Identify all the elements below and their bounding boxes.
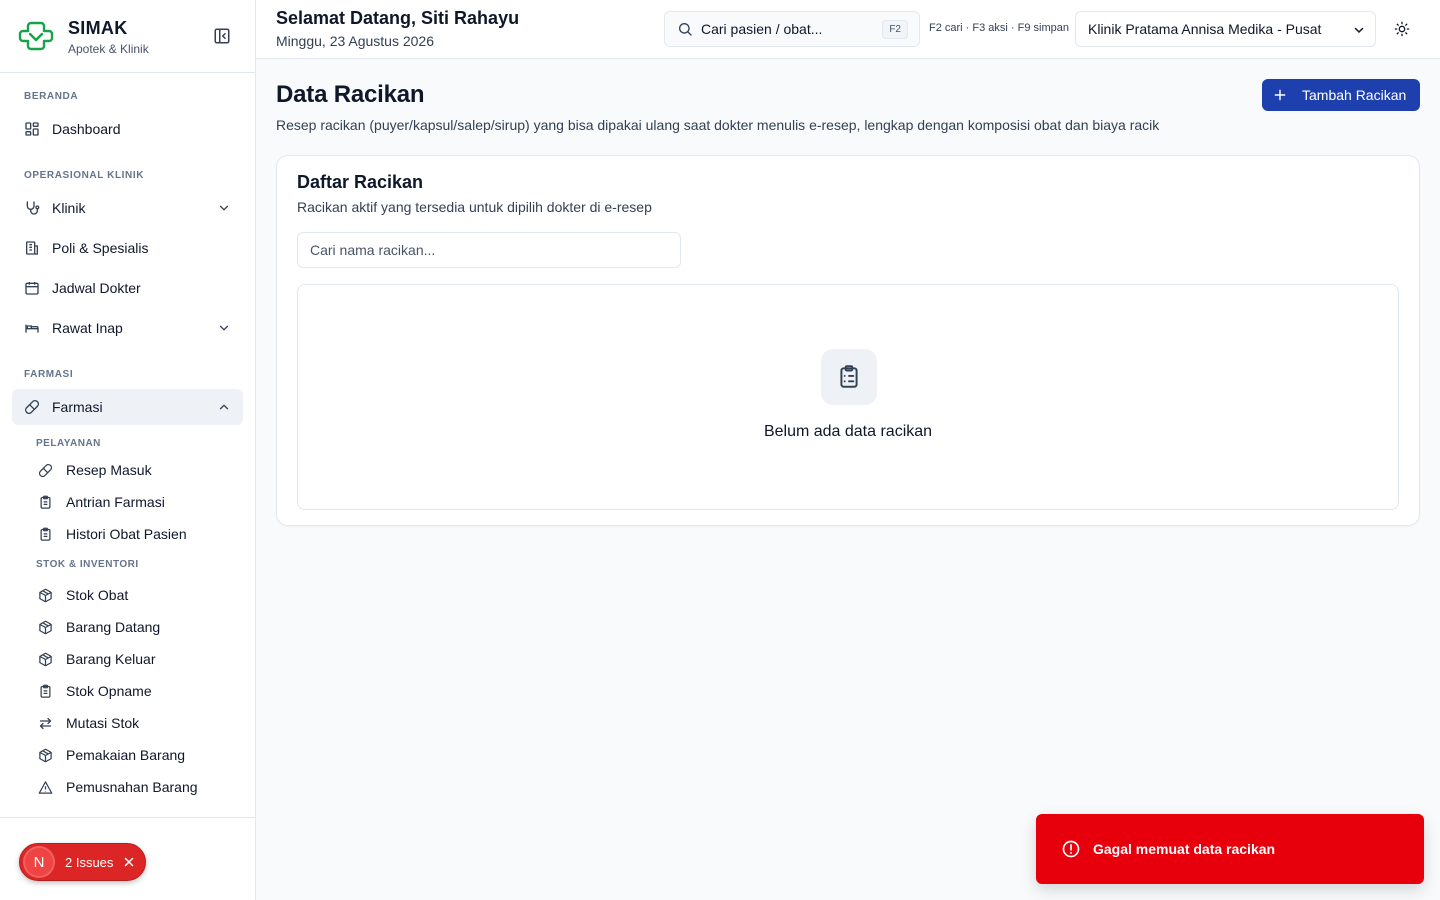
sidebar-item-rawat-inap[interactable]: Rawat Inap	[12, 310, 243, 346]
current-date: Minggu, 23 Agustus 2026	[276, 33, 435, 49]
sidebar-subitem-pemusnahan-barang[interactable]: Pemusnahan Barang	[0, 771, 255, 803]
sidebar-item-label: Rawat Inap	[52, 320, 123, 336]
add-racikan-label: Tambah Racikan	[1302, 87, 1407, 103]
sidebar-subitem-resep-masuk[interactable]: Resep Masuk	[0, 454, 255, 486]
global-search-input[interactable]: Cari pasien / obat... F2	[664, 11, 920, 47]
toast-message: Gagal memuat data racikan	[1093, 841, 1276, 857]
sidebar-subitem-pemakaian-barang[interactable]: Pemakaian Barang	[0, 739, 255, 771]
sidebar-subitem-barang-datang[interactable]: Barang Datang	[0, 611, 255, 643]
clipboard-list-icon	[40, 684, 51, 698]
card-description: Racikan aktif yang tersedia untuk dipili…	[297, 199, 652, 215]
sidebar-item-label: Poli & Spesialis	[52, 240, 149, 256]
racikan-search-input[interactable]: Cari nama racikan...	[297, 232, 681, 268]
close-icon[interactable]	[123, 856, 135, 868]
sidebar-item-jadwal[interactable]: Jadwal Dokter	[12, 270, 243, 306]
sidebar: SIMAK Apotek & Klinik BERANDA Dashboard …	[0, 0, 256, 900]
sidebar-item-label: Jadwal Dokter	[52, 280, 141, 296]
plus-icon	[1274, 89, 1286, 101]
empty-state: Belum ada data racikan	[297, 284, 1399, 510]
sub-section-pelayanan: PELAYANAN	[36, 438, 101, 449]
sidebar-subitem-label: Pemakaian Barang	[66, 747, 186, 763]
chevron-down-icon	[1354, 27, 1364, 34]
racikan-list-card: Daftar Racikan Racikan aktif yang tersed…	[276, 155, 1420, 526]
empty-state-text: Belum ada data racikan	[763, 423, 933, 440]
stethoscope-icon	[26, 201, 40, 215]
sidebar-item-poli[interactable]: Poli & Spesialis	[12, 230, 243, 266]
alert-circle-icon	[1062, 840, 1080, 858]
sidebar-subitem-histori-obat[interactable]: Histori Obat Pasien	[0, 518, 255, 550]
issues-label: 2 Issues	[65, 854, 114, 870]
brand-name: SIMAK	[68, 17, 128, 38]
empty-state-icon-wrap	[821, 349, 877, 405]
medical-cross-logo-icon	[18, 21, 54, 51]
sidebar-item-label: Farmasi	[52, 399, 103, 415]
sidebar-subitem-label: Pemusnahan Barang	[66, 779, 198, 795]
sidebar-subitem-stok-obat[interactable]: Stok Obat	[0, 579, 255, 611]
sidebar-subitem-label: Barang Keluar	[66, 651, 156, 667]
warning-triangle-icon	[38, 780, 53, 794]
sidebar-subitem-mutasi-stok[interactable]: Mutasi Stok	[0, 707, 255, 739]
clipboard-list-icon	[40, 527, 51, 541]
sidebar-item-label: Klinik	[52, 200, 86, 216]
page-title: Data Racikan	[276, 81, 425, 108]
sidebar-subitem-label: Histori Obat Pasien	[66, 526, 187, 542]
sub-section-stok: STOK & INVENTORI	[36, 559, 139, 570]
issues-avatar: N	[23, 846, 55, 878]
sidebar-subitem-label: Antrian Farmasi	[66, 494, 165, 510]
calendar-icon	[25, 282, 39, 295]
search-shortcut-key: F2	[882, 20, 908, 39]
sidebar-subitem-label: Resep Masuk	[66, 462, 152, 478]
sidebar-subitem-barang-keluar[interactable]: Barang Keluar	[0, 643, 255, 675]
clipboard-list-icon	[840, 365, 858, 388]
brand: SIMAK Apotek & Klinik	[0, 0, 255, 73]
brand-subtitle: Apotek & Klinik	[68, 41, 149, 56]
page-description: Resep racikan (puyer/kapsul/salep/sirup)…	[276, 117, 1160, 133]
sidebar-subitem-label: Stok Opname	[66, 683, 152, 699]
nav-section-operasional: OPERASIONAL KLINIK	[24, 170, 145, 181]
issues-badge[interactable]: N 2 Issues	[19, 843, 146, 881]
sidebar-item-farmasi[interactable]: Farmasi	[12, 389, 243, 425]
sidebar-subitem-label: Barang Datang	[66, 619, 161, 635]
clinic-select-value: Klinik Pratama Annisa Medika - Pusat	[1088, 21, 1322, 37]
add-racikan-button[interactable]: Tambah Racikan	[1262, 79, 1420, 111]
clinic-select[interactable]: Klinik Pratama Annisa Medika - Pusat	[1075, 11, 1376, 47]
error-toast[interactable]: Gagal memuat data racikan	[1036, 814, 1424, 884]
package-icon	[39, 588, 52, 602]
nav-section-beranda: BERANDA	[24, 91, 79, 102]
sidebar-item-label: Dashboard	[52, 121, 121, 137]
sidebar-item-dashboard[interactable]: Dashboard	[12, 111, 243, 147]
hospital-building-icon	[26, 241, 38, 255]
sun-icon[interactable]	[1394, 21, 1410, 37]
package-icon	[39, 620, 52, 634]
sidebar-subitem-label: Stok Obat	[66, 587, 129, 603]
search-placeholder: Cari pasien / obat...	[701, 21, 823, 37]
nav-section-farmasi: FARMASI	[24, 369, 74, 380]
bed-icon	[25, 324, 39, 333]
search-icon	[679, 23, 692, 36]
sidebar-nav: BERANDA Dashboard OPERASIONAL KLINIK Kli…	[0, 73, 255, 803]
sidebar-subitem-label: Mutasi Stok	[66, 715, 140, 731]
pill-icon	[25, 400, 39, 414]
dashboard-grid-icon	[25, 122, 39, 136]
sidebar-item-klinik[interactable]: Klinik	[12, 190, 243, 226]
sidebar-collapse-icon[interactable]	[213, 27, 231, 45]
welcome-title: Selamat Datang, Siti Rahayu	[276, 8, 520, 28]
clipboard-list-icon	[40, 495, 51, 509]
keyboard-shortcuts-hint: F2 cari · F3 aksi · F9 simpan	[929, 22, 1069, 34]
sidebar-subitem-antrian-farmasi[interactable]: Antrian Farmasi	[0, 486, 255, 518]
package-icon	[39, 748, 52, 762]
package-icon	[39, 652, 52, 666]
sidebar-subitem-stok-opname[interactable]: Stok Opname	[0, 675, 255, 707]
chevron-down-icon	[219, 205, 229, 211]
top-header: Selamat Datang, Siti Rahayu Minggu, 23 A…	[256, 0, 1440, 59]
chevron-down-icon	[219, 325, 229, 331]
arrows-left-right-icon	[39, 717, 52, 729]
chevron-up-icon	[219, 404, 229, 410]
pill-icon	[38, 463, 53, 477]
card-title: Daftar Racikan	[297, 172, 424, 192]
